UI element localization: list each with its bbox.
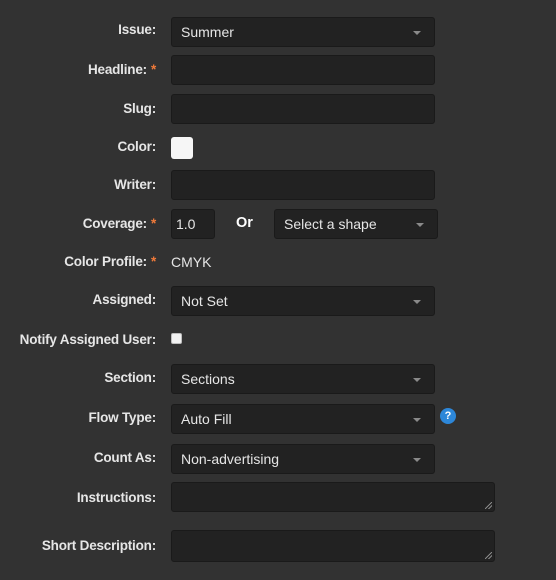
notify-checkbox[interactable] [171,333,182,344]
flow-type-label: Flow Type: [88,410,157,425]
count-as-label: Count As: [93,450,156,465]
notify-label: Notify Assigned User: [19,332,157,347]
assigned-select[interactable]: Not Set [171,286,435,316]
section-label: Section: [104,370,156,385]
issue-label: Issue: [118,22,156,37]
writer-input[interactable] [171,170,435,200]
slug-input[interactable] [171,94,435,124]
slug-label: Slug: [123,101,156,116]
color-label: Color: [117,139,156,154]
color-profile-label: Color Profile: * [64,254,156,269]
instructions-textarea[interactable] [171,482,495,512]
or-separator: Or [236,215,253,231]
writer-label: Writer: [114,177,156,192]
resize-handle-icon[interactable] [485,552,492,559]
help-icon[interactable]: ? [440,408,456,424]
assigned-value: Not Set [181,293,228,309]
count-as-value: Non-advertising [181,451,280,467]
chevron-down-icon [416,223,424,227]
shape-select[interactable]: Select a shape [274,209,438,239]
chevron-down-icon [413,378,421,382]
color-swatch[interactable] [171,137,193,159]
headline-label: Headline: * [87,62,156,77]
chevron-down-icon [413,418,421,422]
headline-input[interactable] [171,55,435,85]
short-description-textarea[interactable] [171,530,495,562]
issue-value: Summer [181,24,234,40]
required-marker: * [150,62,156,77]
issue-select[interactable]: Summer [171,17,435,47]
coverage-input[interactable]: 1.0 [171,209,215,239]
section-value: Sections [181,371,235,387]
required-marker: * [150,254,156,269]
assigned-label: Assigned: [92,292,157,307]
flow-type-select[interactable]: Auto Fill [171,404,435,434]
shape-value: Select a shape [284,216,377,232]
chevron-down-icon [413,300,421,304]
short-description-label: Short Description: [41,538,156,553]
count-as-select[interactable]: Non-advertising [171,444,435,474]
section-select[interactable]: Sections [171,364,435,394]
color-profile-value: CMYK [171,254,212,270]
resize-handle-icon[interactable] [485,502,492,509]
chevron-down-icon [413,458,421,462]
coverage-label: Coverage: * [82,216,156,231]
flow-type-value: Auto Fill [181,411,232,427]
required-marker: * [150,216,156,231]
instructions-label: Instructions: [76,490,156,505]
chevron-down-icon [413,31,421,35]
